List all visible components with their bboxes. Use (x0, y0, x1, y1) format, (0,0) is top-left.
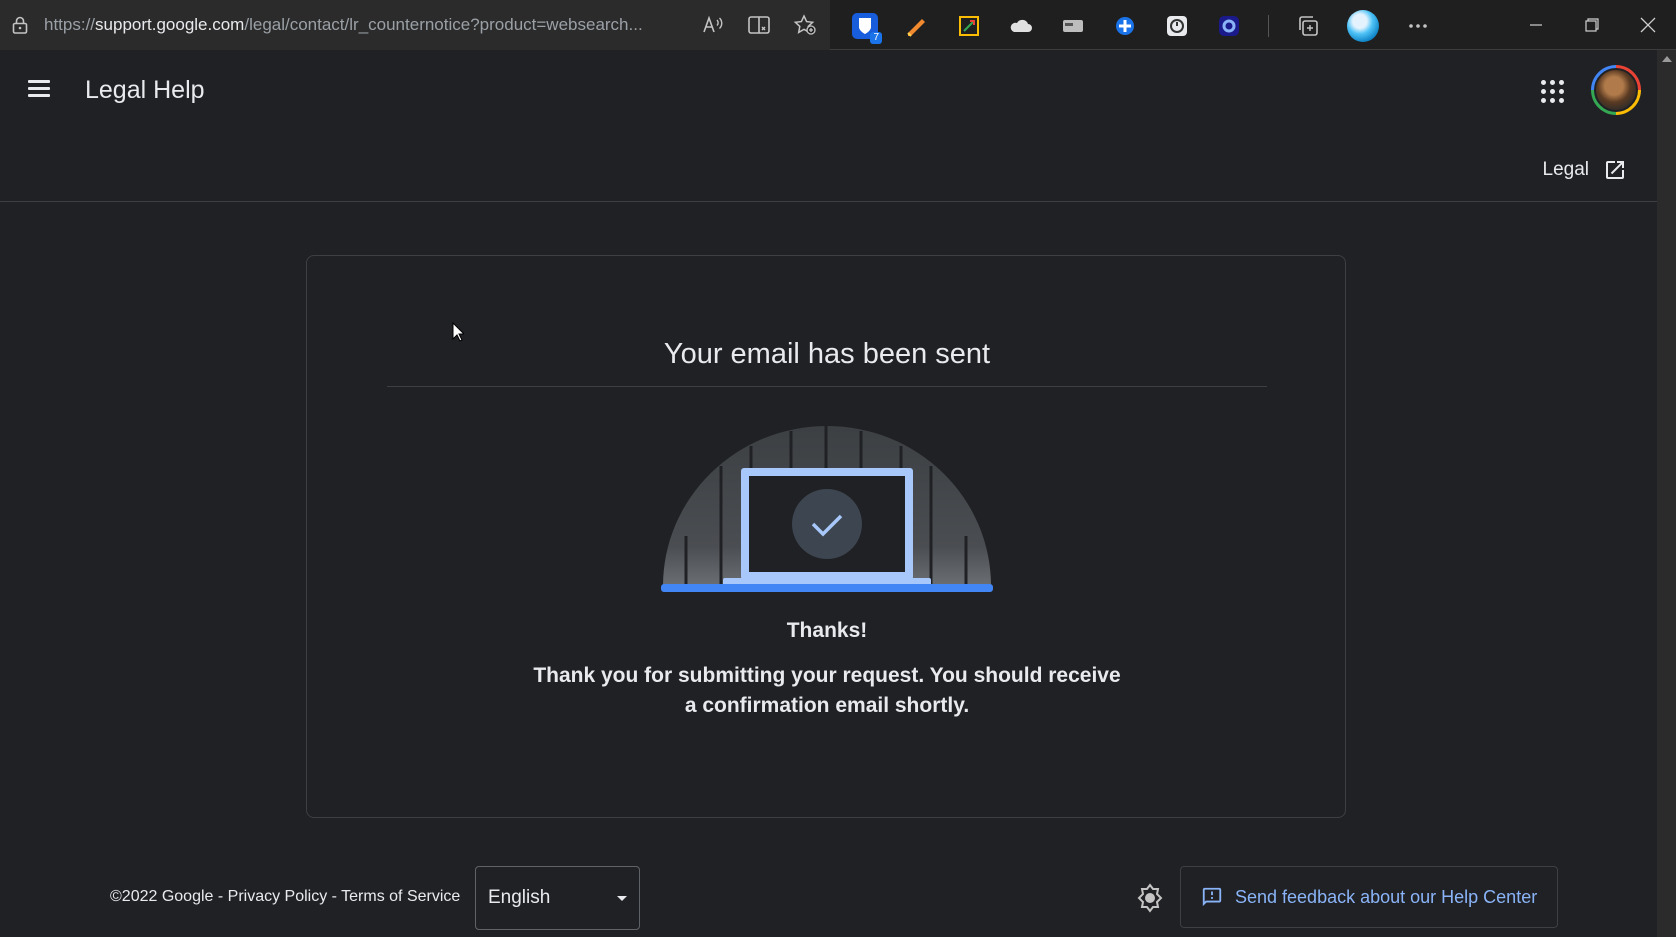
send-feedback-button[interactable]: Send feedback about our Help Center (1180, 866, 1558, 928)
language-selected-value: English (488, 887, 551, 908)
pen-extension-icon[interactable] (904, 13, 930, 39)
main-menu-icon[interactable] (24, 76, 54, 106)
url-text[interactable]: https://support.google.com/legal/contact… (44, 15, 684, 35)
profile-globe-icon[interactable] (1347, 10, 1379, 42)
legal-external-link[interactable]: Legal (1543, 158, 1628, 182)
scroll-up-arrow-icon[interactable] (1662, 56, 1672, 62)
terms-of-service-link[interactable]: Terms of Service (341, 888, 460, 905)
read-aloud-icon[interactable] (700, 12, 726, 38)
thanks-heading: Thanks! (786, 619, 868, 642)
restore-button[interactable] (1564, 0, 1620, 50)
footer-dash: - (213, 888, 228, 905)
email-sent-illustration (661, 426, 993, 592)
open-in-new-icon (1606, 161, 1624, 179)
minimize-button[interactable] (1508, 0, 1564, 50)
immersive-reader-icon[interactable] (746, 12, 772, 38)
card-extension-icon[interactable] (1060, 13, 1086, 39)
color-picker-extension-icon[interactable] (956, 13, 982, 39)
language-select[interactable]: English (475, 866, 640, 930)
google-apps-icon[interactable] (1541, 80, 1565, 104)
theme-toggle-icon[interactable] (1134, 882, 1166, 914)
footer-dash: - (327, 888, 342, 905)
browser-toolbar: https://support.google.com/legal/contact… (0, 0, 1676, 50)
account-avatar[interactable] (1591, 65, 1641, 115)
favorite-add-icon[interactable] (792, 12, 818, 38)
extension-badge: 7 (870, 32, 882, 44)
close-window-button[interactable] (1620, 0, 1676, 50)
more-options-icon[interactable] (1405, 13, 1431, 39)
dropdown-caret-icon (617, 896, 627, 901)
sub-header: Legal (0, 132, 1657, 202)
puzzle-extension-icon[interactable] (1112, 13, 1138, 39)
timer-extension-icon[interactable] (1164, 13, 1190, 39)
card-divider (387, 386, 1267, 387)
cloud-extension-icon[interactable] (1008, 13, 1034, 39)
app-header: Legal Help (0, 50, 1657, 132)
privacy-policy-link[interactable]: Privacy Policy (228, 888, 328, 905)
toolbar-separator (1268, 15, 1269, 37)
mouse-cursor-icon (452, 322, 464, 342)
collections-icon[interactable] (1295, 13, 1321, 39)
record-extension-icon[interactable] (1216, 13, 1242, 39)
app-title[interactable]: Legal Help (85, 76, 205, 105)
page-scrollbar[interactable] (1657, 50, 1676, 937)
copyright-text: ©2022 Google (110, 888, 214, 905)
card-title: Your email has been sent (663, 338, 991, 370)
send-feedback-label: Send feedback about our Help Center (1235, 886, 1538, 907)
confirmation-message: Thank you for submitting your request. Y… (533, 664, 1121, 717)
feedback-icon (1202, 887, 1222, 907)
bitwarden-extension-icon[interactable]: 7 (852, 13, 882, 44)
legal-link-label: Legal (1542, 159, 1590, 180)
footer-links: ©2022 Google - Privacy Policy - Terms of… (110, 888, 460, 906)
lock-icon[interactable] (12, 16, 28, 34)
